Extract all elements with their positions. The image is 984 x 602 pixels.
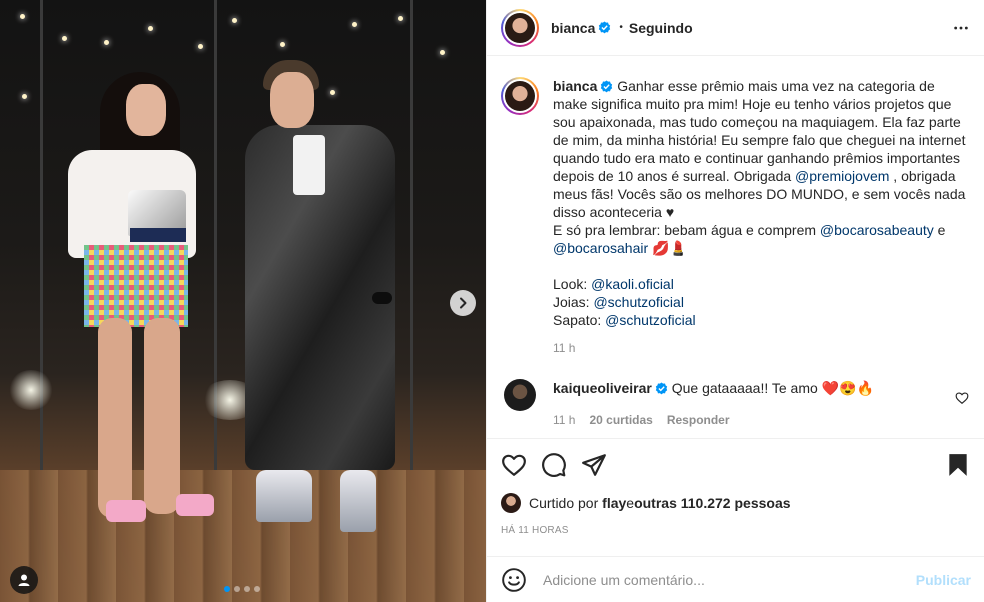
commenter-username[interactable]: kaiqueoliveirar xyxy=(553,380,652,396)
stage-light xyxy=(20,14,25,19)
post-actions: Curtido por flay e outras 110.272 pessoa… xyxy=(487,438,984,556)
stage-light xyxy=(104,40,109,45)
share-icon[interactable] xyxy=(581,452,607,478)
likes-middle: e xyxy=(626,495,635,511)
publish-button[interactable]: Publicar xyxy=(916,572,971,588)
carousel-dot xyxy=(244,586,250,592)
mention-link[interactable]: @schutzoficial xyxy=(605,312,695,328)
caption-body: e xyxy=(933,222,950,238)
comment-text: Que gataaaaa!! Te amo ❤️😍🔥 xyxy=(671,380,874,396)
caption: bianca Ganhar esse prêmio mais uma vez n… xyxy=(501,77,969,329)
heart-icon[interactable] xyxy=(501,452,527,478)
pink-heel xyxy=(176,494,214,516)
stage-light xyxy=(198,44,203,49)
person-face xyxy=(126,84,166,136)
next-arrow-icon xyxy=(460,297,467,309)
carousel-dot xyxy=(224,586,230,592)
trophy-base xyxy=(130,228,186,242)
header-separator: • xyxy=(619,22,623,33)
author-avatar[interactable] xyxy=(501,8,539,47)
caption-text: bianca Ganhar esse prêmio mais uma vez n… xyxy=(553,77,969,329)
stage-light xyxy=(22,94,27,99)
stage-light xyxy=(330,90,335,95)
comments-section: bianca Ganhar esse prêmio mais uma vez n… xyxy=(487,57,984,438)
user-tag-icon xyxy=(18,574,30,586)
caption-body: Sapato: xyxy=(553,312,602,328)
action-icons xyxy=(501,439,971,491)
post-timestamp[interactable]: HÁ 11 HORAS xyxy=(501,525,971,536)
liker-avatar[interactable] xyxy=(501,493,521,513)
commenter-avatar[interactable] xyxy=(504,379,536,411)
stage-light xyxy=(232,18,237,23)
liker-username[interactable]: flay xyxy=(602,495,626,511)
more-options-button[interactable] xyxy=(952,19,970,37)
next-photo-button[interactable] xyxy=(450,290,476,316)
comment-meta: 11 h 20 curtidas Responder xyxy=(553,411,874,429)
following-button[interactable]: Seguindo xyxy=(629,20,693,36)
comment-input[interactable] xyxy=(543,571,916,588)
post-header: bianca • Seguindo xyxy=(487,0,984,56)
mention-link[interactable]: @premiojovem xyxy=(795,168,889,184)
stage-light xyxy=(62,36,67,41)
likes-prefix: Curtido por xyxy=(529,495,599,511)
caption-username[interactable]: bianca xyxy=(553,78,597,94)
post-view: bianca • Seguindo bianca Ganhar esse prê… xyxy=(0,0,984,602)
author-avatar[interactable] xyxy=(501,77,539,115)
author-username[interactable]: bianca xyxy=(551,20,595,36)
comment: kaiqueoliveirar Que gataaaaa!! Te amo ❤️… xyxy=(501,379,969,429)
caption-time[interactable]: 11 h xyxy=(553,341,969,355)
comment-likes[interactable]: 20 curtidas xyxy=(589,411,652,429)
stage-light xyxy=(148,26,153,31)
carousel-indicator xyxy=(224,586,260,592)
caption-body: Joias: xyxy=(553,294,590,310)
person-shirt xyxy=(293,135,325,195)
post-side-panel: bianca • Seguindo bianca Ganhar esse prê… xyxy=(486,0,984,602)
likes-count[interactable]: outras 110.272 pessoas xyxy=(634,495,790,511)
verified-icon xyxy=(655,382,667,395)
comment-like-icon[interactable] xyxy=(955,391,969,405)
bookmark-icon[interactable] xyxy=(945,452,971,478)
mention-link[interactable]: @schutzoficial xyxy=(593,294,683,310)
more-icon xyxy=(954,26,968,29)
mention-link[interactable]: @bocarosabeauty xyxy=(820,222,934,238)
add-comment-bar: Publicar xyxy=(487,556,984,602)
pink-heel xyxy=(106,500,146,522)
comment-content: kaiqueoliveirar Que gataaaaa!! Te amo ❤️… xyxy=(553,379,874,429)
person-leg xyxy=(144,318,180,514)
comment-icon[interactable] xyxy=(541,452,567,478)
stage-floor xyxy=(0,470,486,602)
carousel-dot xyxy=(234,586,240,592)
person-leg xyxy=(98,318,132,518)
stage-light xyxy=(352,22,357,27)
reply-button[interactable]: Responder xyxy=(667,411,730,429)
verified-icon xyxy=(599,21,611,34)
person-face xyxy=(270,72,314,128)
emoji-icon[interactable] xyxy=(501,567,527,593)
verified-icon xyxy=(601,80,613,93)
post-photo[interactable] xyxy=(0,0,486,602)
comment-time[interactable]: 11 h xyxy=(553,411,575,429)
likes-summary: Curtido por flay e outras 110.272 pessoa… xyxy=(501,493,971,513)
tagged-users-button[interactable] xyxy=(10,566,38,594)
mention-link[interactable]: @bocarosahair xyxy=(553,240,648,256)
spotlight-glare xyxy=(8,370,54,410)
microphone xyxy=(372,292,392,304)
stage-light xyxy=(398,16,403,21)
stage-light xyxy=(440,50,445,55)
silver-sneaker xyxy=(256,470,312,522)
silver-sneaker xyxy=(340,470,376,532)
carousel-dot xyxy=(254,586,260,592)
stage-pole xyxy=(410,0,413,470)
stage-light xyxy=(280,42,285,47)
person-shorts xyxy=(84,245,188,327)
mention-link[interactable]: @kaoli.oficial xyxy=(591,276,674,292)
